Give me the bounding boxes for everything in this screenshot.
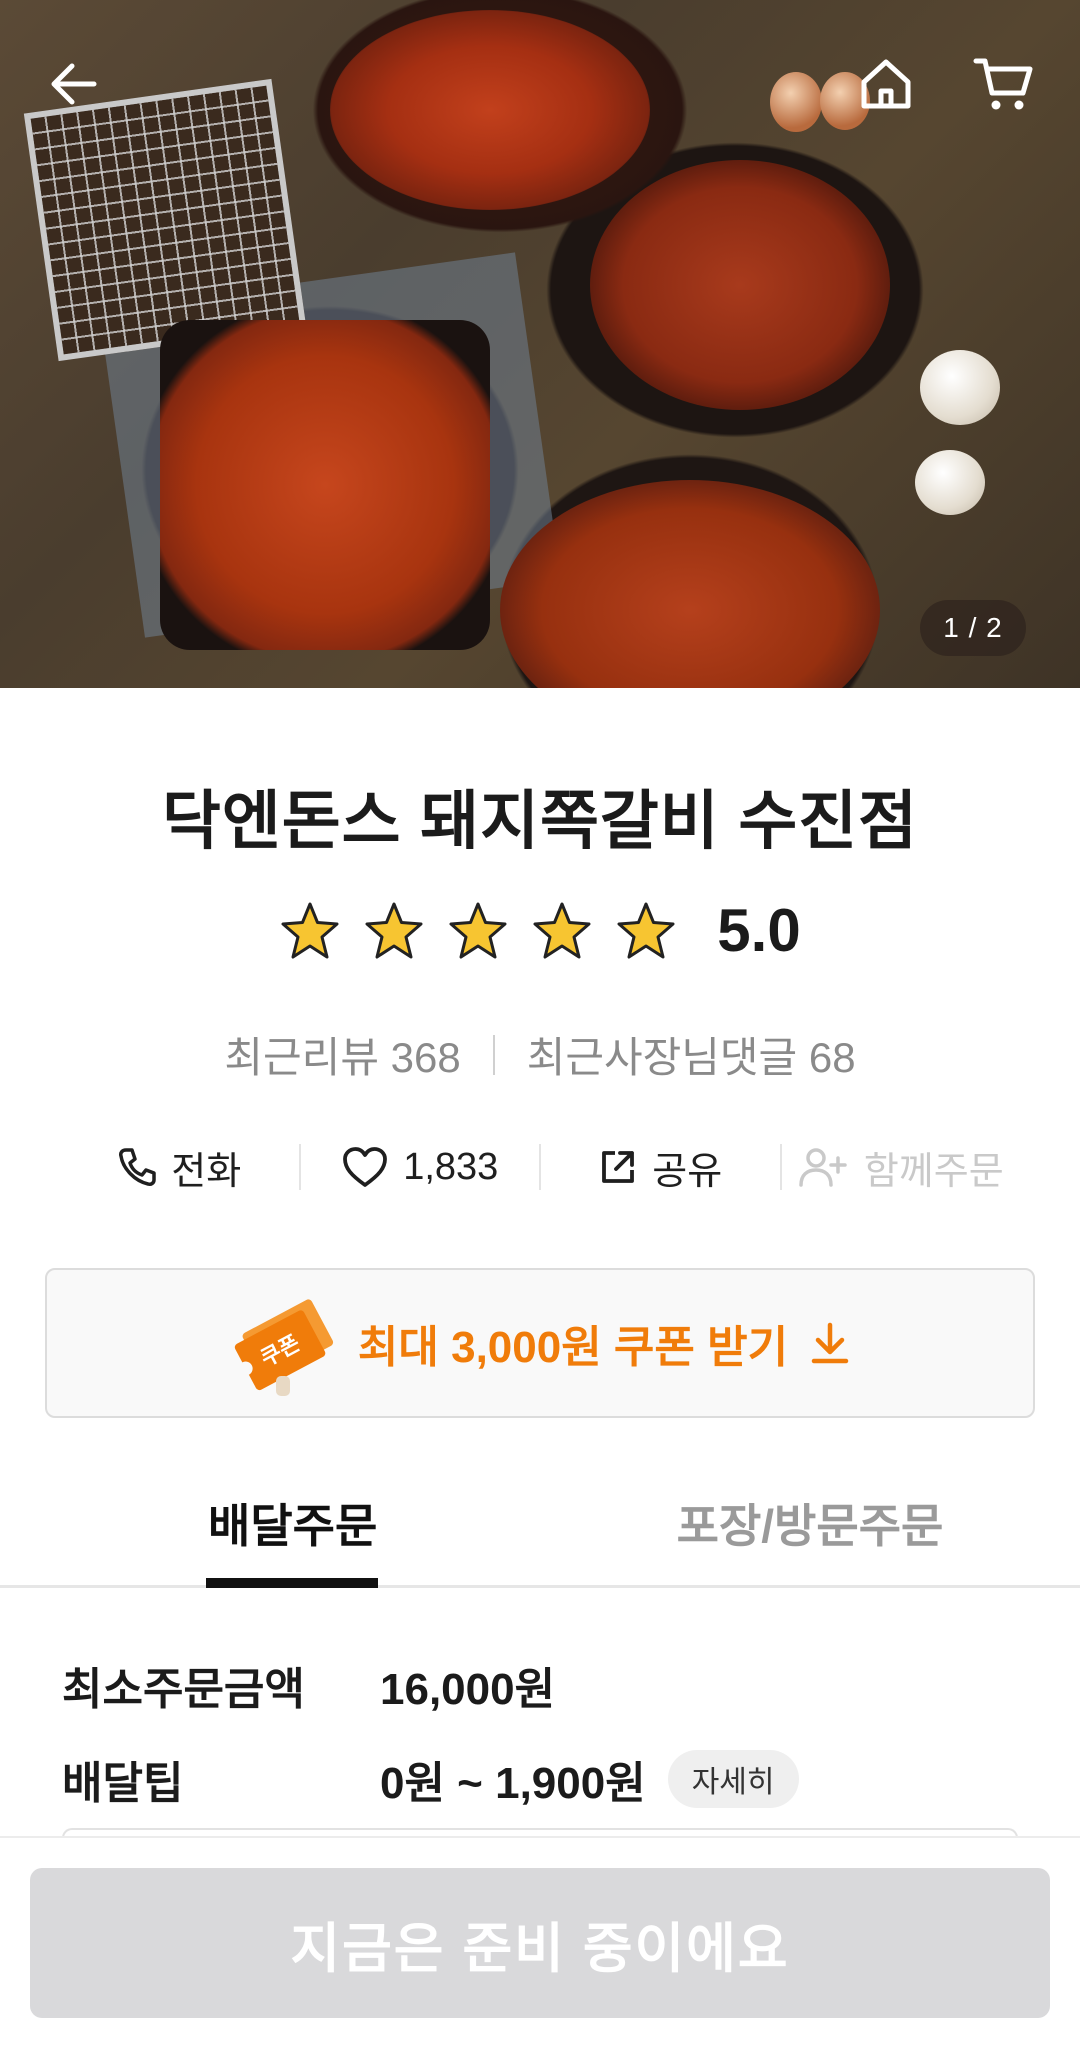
heart-icon bbox=[343, 1147, 388, 1187]
back-button[interactable] bbox=[38, 48, 110, 120]
delivery-info: 최소주문금액 16,000원 배달팁 0원 ~ 1,900원 자세히 bbox=[62, 1638, 1042, 1826]
delivery-tip-row: 배달팁 0원 ~ 1,900원 자세히 bbox=[62, 1732, 1042, 1826]
arrow-left-icon bbox=[51, 63, 97, 105]
store-name: 닥엔돈스 돼지쪽갈비 수진점 bbox=[161, 785, 919, 857]
garlic-decoration bbox=[915, 450, 985, 515]
food-dish bbox=[500, 480, 880, 688]
food-dish bbox=[330, 10, 650, 210]
star-icon bbox=[617, 902, 675, 959]
review-summary: 최근리뷰 368 최근사장님댓글 68 bbox=[0, 1024, 1080, 1085]
star-icon bbox=[281, 902, 339, 959]
star-icon bbox=[533, 902, 591, 959]
home-icon bbox=[861, 59, 911, 109]
phone-icon bbox=[119, 1148, 157, 1186]
min-order-label: 최소주문금액 bbox=[62, 1665, 305, 1714]
bottom-bar: 지금은 준비 중이에요 bbox=[0, 1836, 1080, 2046]
order-cta-button[interactable]: 지금은 준비 중이에요 bbox=[30, 1868, 1050, 2018]
share-icon bbox=[602, 1151, 635, 1183]
like-count: 1,833 bbox=[403, 1145, 499, 1188]
group-order-label: 함께주문 bbox=[863, 1150, 1004, 1193]
min-order-row: 최소주문금액 16,000원 bbox=[62, 1638, 1042, 1732]
owner-replies-link[interactable]: 최근사장님댓글 68 bbox=[527, 1024, 856, 1085]
share-label: 공유 bbox=[652, 1150, 723, 1193]
share-button[interactable]: 공유 bbox=[541, 1140, 780, 1195]
recent-reviews-link[interactable]: 최근리뷰 368 bbox=[224, 1024, 460, 1085]
group-order-button[interactable]: 함께주문 bbox=[782, 1140, 1021, 1195]
coupon-download-button[interactable]: 쿠폰 최대 3,000원 쿠폰 받기 bbox=[45, 1268, 1035, 1418]
delivery-tip-value: 0원 ~ 1,900원 bbox=[380, 1759, 646, 1808]
add-person-icon bbox=[799, 1148, 847, 1187]
order-type-tabs: 배달주문 포장/방문주문 bbox=[0, 1470, 1080, 1588]
food-dish bbox=[160, 320, 490, 650]
download-icon bbox=[811, 1322, 849, 1364]
grill-rack-decoration bbox=[23, 78, 307, 362]
image-counter: 1 / 2 bbox=[920, 600, 1026, 656]
store-actions: 전화 1,833 공유 함께주문 bbox=[60, 1130, 1020, 1204]
cart-button[interactable] bbox=[968, 48, 1040, 120]
coupon-text: 최대 3,000원 쿠폰 받기 bbox=[357, 1323, 789, 1372]
rating-value: 5.0 bbox=[717, 897, 801, 964]
cart-icon bbox=[973, 58, 1033, 110]
rating-row[interactable]: 5.0 bbox=[0, 900, 1080, 962]
call-button[interactable]: 전화 bbox=[60, 1140, 299, 1195]
call-label: 전화 bbox=[171, 1150, 242, 1193]
delivery-tip-label: 배달팁 bbox=[62, 1759, 184, 1808]
min-order-value: 16,000원 bbox=[380, 1665, 556, 1714]
like-button[interactable]: 1,833 bbox=[301, 1145, 540, 1189]
star-icon bbox=[449, 902, 507, 959]
food-dish bbox=[590, 160, 890, 410]
onion-decoration bbox=[770, 72, 822, 132]
delivery-tip-detail-button[interactable]: 자세히 bbox=[667, 1750, 799, 1808]
garlic-decoration bbox=[920, 350, 1000, 425]
star-icon bbox=[365, 902, 423, 959]
home-button[interactable] bbox=[850, 48, 922, 120]
coupon-ticket-icon: 쿠폰 bbox=[234, 1299, 333, 1396]
divider bbox=[492, 1034, 495, 1075]
tab-delivery[interactable]: 배달주문 bbox=[0, 1470, 540, 1588]
store-hero-image[interactable]: 1 / 2 bbox=[0, 0, 1080, 688]
tab-pickup[interactable]: 포장/방문주문 bbox=[540, 1470, 1080, 1585]
